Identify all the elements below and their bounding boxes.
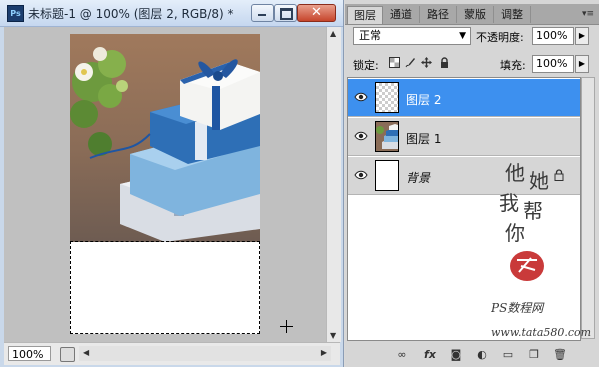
add-mask-icon[interactable]: ◙ — [449, 348, 463, 362]
tab-paths[interactable]: 路径 — [420, 6, 457, 23]
visibility-eye-icon[interactable] — [354, 130, 368, 142]
layer-name[interactable]: 图层 1 — [406, 130, 441, 147]
watermark-char: 她 — [529, 169, 549, 193]
status-info-icon[interactable] — [60, 347, 75, 362]
opacity-label: 不透明度: — [476, 31, 524, 44]
layer-name[interactable]: 图层 2 — [406, 91, 441, 108]
document-title: 未标题-1 @ 100% (图层 2, RGB/8) * — [28, 7, 234, 21]
selection-marquee — [70, 241, 260, 334]
dropdown-arrow-icon: ▼ — [459, 31, 466, 41]
opacity-input[interactable]: 100% — [532, 27, 574, 45]
layer-thumbnail-white — [375, 160, 399, 191]
watermark-url: www.tata580.com — [491, 326, 591, 339]
new-group-folder-icon[interactable]: ▭ — [501, 348, 515, 362]
maximize-button[interactable] — [274, 4, 297, 22]
visibility-eye-icon[interactable] — [354, 169, 368, 181]
layers-panel: 图层 通道 路径 蒙版 调整 ▾≡ 正常 ▼ 不透明度: 100% ▶ 锁定: … — [345, 0, 599, 367]
delete-layer-trash-icon[interactable]: 🗑 — [553, 348, 567, 362]
watermark-char: 帮 — [523, 199, 543, 223]
crosshair-cursor-icon — [280, 320, 293, 333]
watermark-site-name: PS数程网 — [491, 301, 545, 315]
watermark-char: 你 — [505, 221, 525, 245]
watermark-char: 他 — [505, 161, 525, 185]
link-layers-icon[interactable]: ∞ — [395, 348, 409, 362]
scroll-down-icon[interactable]: ▼ — [330, 331, 336, 340]
layer-style-fx-icon[interactable]: fx — [423, 348, 437, 362]
tab-masks[interactable]: 蒙版 — [457, 6, 494, 23]
panel-tab-bar: 图层 通道 路径 蒙版 调整 ▾≡ — [345, 4, 599, 25]
visibility-eye-icon[interactable] — [354, 91, 368, 103]
red-seal-stamp-icon — [510, 251, 544, 281]
layer-row-layer-2[interactable]: 图层 2 — [348, 79, 580, 117]
layer-name[interactable]: 背景 — [406, 169, 430, 186]
adjustment-layer-icon[interactable]: ◐ — [475, 348, 489, 362]
layer-thumbnail-transparent — [375, 82, 399, 113]
lock-image-brush-icon[interactable] — [405, 57, 416, 68]
close-icon: ✕ — [311, 5, 322, 20]
watermark-char: 我 — [499, 191, 519, 215]
scroll-right-icon[interactable]: ▶ — [321, 348, 327, 357]
panel-menu-icon[interactable]: ▾≡ — [582, 9, 594, 19]
lock-transparency-icon[interactable] — [389, 57, 400, 68]
layer-thumbnail-photo — [375, 121, 399, 152]
close-button[interactable]: ✕ — [297, 4, 336, 22]
vertical-scrollbar[interactable]: ▲ ▼ — [326, 27, 341, 342]
zoom-input[interactable]: 100% — [8, 346, 51, 361]
watermark: 他 她 我 帮 你 PS数程网 www.tata580.com — [491, 161, 591, 339]
layer-row-layer-1[interactable]: 图层 1 — [348, 118, 580, 156]
horizontal-scrollbar[interactable]: ◀ ▶ — [79, 346, 331, 361]
tab-adjustments[interactable]: 调整 — [494, 6, 531, 23]
document-window: Ps 未标题-1 @ 100% (图层 2, RGB/8) * ✕ ▲ ▼ 10… — [0, 0, 344, 367]
canvas-photo-gift-boxes[interactable] — [70, 34, 260, 242]
photoshop-app-icon: Ps — [7, 5, 24, 22]
document-title-bar[interactable]: Ps 未标题-1 @ 100% (图层 2, RGB/8) * ✕ — [0, 0, 343, 27]
blend-mode-value: 正常 — [359, 29, 381, 42]
scroll-left-icon[interactable]: ◀ — [83, 348, 89, 357]
tab-channels[interactable]: 通道 — [383, 6, 420, 23]
opacity-slider-arrow-icon[interactable]: ▶ — [575, 27, 589, 45]
fill-slider-arrow-icon[interactable]: ▶ — [575, 55, 589, 73]
maximize-icon — [280, 8, 293, 20]
lock-label: 锁定: — [353, 59, 379, 72]
tab-layers[interactable]: 图层 — [347, 6, 383, 24]
minimize-icon — [258, 14, 266, 16]
status-bar: 100% ◀ ▶ — [4, 342, 340, 365]
fill-label: 填充: — [500, 59, 526, 72]
scroll-up-icon[interactable]: ▲ — [330, 29, 336, 38]
minimize-button[interactable] — [251, 4, 274, 22]
lock-position-move-icon[interactable] — [421, 57, 432, 68]
lock-all-icon[interactable] — [439, 57, 450, 68]
layers-bottom-toolbar: ∞ fx ◙ ◐ ▭ ❐ 🗑 — [345, 343, 599, 367]
fill-input[interactable]: 100% — [532, 55, 574, 73]
blend-mode-select[interactable]: 正常 ▼ — [353, 27, 471, 45]
new-layer-icon[interactable]: ❐ — [527, 348, 541, 362]
